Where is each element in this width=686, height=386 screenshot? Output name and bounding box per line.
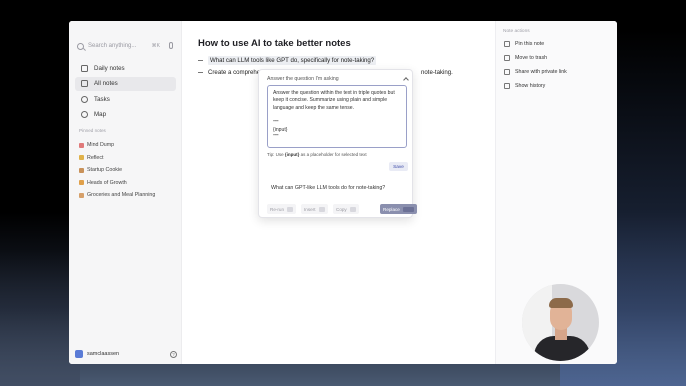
check-circle-icon — [81, 95, 88, 103]
rerun-button[interactable]: Re-run — [267, 204, 297, 214]
history-icon — [504, 83, 510, 89]
trash-icon — [504, 55, 510, 61]
bullet-icon — [198, 72, 203, 73]
pinned-notes-list: Mind Dump Reflect Startup Cookie Heads o… — [79, 139, 179, 202]
pinned-note-startup-cookie[interactable]: Startup Cookie — [79, 164, 179, 177]
pinned-note-heads-of-growth[interactable]: Heads of Growth — [79, 177, 179, 190]
sidebar-item-all-notes[interactable]: All notes — [75, 76, 176, 91]
notes-icon — [81, 80, 88, 87]
search-shortcut: ⌘K — [151, 43, 160, 49]
list-item-text-selected[interactable]: What can LLM tools like GPT do, specific… — [208, 56, 377, 65]
sidebar-item-tasks[interactable]: Tasks — [75, 92, 176, 106]
sidebar-item-label: Tasks — [94, 95, 110, 103]
ai-response-text: What can GPT-like LLM tools do for note-… — [271, 185, 386, 191]
action-label: Share with private link — [515, 69, 567, 75]
map-icon — [81, 111, 88, 118]
action-label: Show history — [515, 83, 546, 89]
rerun-label: Re-run — [270, 206, 285, 212]
username: samclaassen — [87, 351, 120, 357]
bullet-icon — [198, 60, 203, 61]
replace-label: Replace — [383, 206, 400, 212]
sidebar-item-daily-notes[interactable]: Daily notes — [75, 61, 176, 75]
webcam-person-hair — [549, 298, 573, 308]
action-label: Move to trash — [515, 55, 548, 61]
pinned-note-label: Reflect — [87, 154, 104, 161]
link-icon — [504, 69, 510, 75]
pinned-note-label: Startup Cookie — [87, 167, 123, 174]
user-profile[interactable]: samclaassen ? — [75, 349, 177, 359]
ai-actions: Re-run Insert Copy Replace — [263, 204, 417, 215]
list-item-text[interactable]: Create a comprehe — [208, 69, 260, 76]
share-link-button[interactable]: Share with private link — [504, 69, 567, 75]
note-emoji-icon — [79, 155, 84, 161]
pinned-note-label: Groceries and Meal Planning — [87, 192, 156, 199]
background-glow-left — [0, 250, 80, 386]
tip-prefix: Tip: Use — [267, 152, 284, 157]
list-item-text-tail[interactable]: note-taking. — [421, 69, 453, 76]
ai-prompt-popup: Answer the question I'm asking Answer th… — [258, 69, 417, 218]
list-item[interactable]: Create a comprehe — [198, 69, 260, 76]
sidebar: Search anything... ⌘K Daily notes All no… — [69, 21, 182, 364]
note-emoji-icon — [79, 180, 84, 186]
microphone-icon[interactable] — [169, 42, 173, 49]
copy-label: Copy — [336, 206, 347, 212]
page-title[interactable]: How to use AI to take better notes — [198, 38, 351, 49]
note-actions-title: Note actions — [503, 29, 530, 34]
pin-note-button[interactable]: Pin this note — [504, 41, 544, 47]
list-item[interactable]: What can LLM tools like GPT do, specific… — [198, 56, 377, 65]
prompt-selector-label: Answer the question I'm asking — [267, 75, 339, 82]
save-button[interactable]: Save — [389, 162, 408, 171]
pin-icon — [504, 41, 510, 47]
sidebar-item-label: Daily notes — [94, 64, 125, 72]
show-history-button[interactable]: Show history — [504, 83, 545, 89]
replace-button[interactable]: Replace — [380, 204, 417, 214]
insert-button[interactable]: Insert — [301, 204, 328, 214]
search-icon — [77, 42, 84, 50]
sidebar-nav: Daily notes All notes Tasks Map — [75, 61, 176, 123]
pinned-notes-title: Pinned notes — [79, 128, 106, 133]
move-to-trash-button[interactable]: Move to trash — [504, 55, 547, 61]
note-emoji-icon — [79, 192, 84, 198]
insert-label: Insert — [304, 206, 316, 212]
note-emoji-icon — [79, 142, 84, 148]
prompt-textarea[interactable]: Answer the question within the text in t… — [267, 85, 407, 148]
pinned-note-label: Mind Dump — [87, 142, 115, 149]
keyboard-shortcut-icon — [402, 206, 414, 212]
tip-text: Tip: Use {input} as a placeholder for se… — [267, 152, 367, 157]
help-icon[interactable]: ? — [170, 350, 177, 358]
sidebar-item-map[interactable]: Map — [75, 108, 176, 122]
pinned-note-mind-dump[interactable]: Mind Dump — [79, 139, 179, 152]
calendar-icon — [81, 64, 88, 72]
editor[interactable]: How to use AI to take better notes What … — [182, 21, 495, 364]
pinned-note-label: Heads of Growth — [87, 179, 127, 186]
search-placeholder: Search anything... — [88, 43, 137, 49]
sidebar-item-label: All notes — [94, 80, 118, 87]
pinned-note-groceries[interactable]: Groceries and Meal Planning — [79, 189, 179, 202]
prompt-selector[interactable]: Answer the question I'm asking — [267, 73, 410, 84]
tip-code: {input} — [284, 152, 300, 157]
sidebar-item-label: Map — [94, 111, 107, 118]
keyboard-shortcut-icon — [287, 206, 294, 212]
copy-button[interactable]: Copy — [333, 204, 359, 214]
keyboard-shortcut-icon — [318, 206, 325, 212]
webcam-overlay — [522, 284, 599, 361]
search-input[interactable]: Search anything... ⌘K — [77, 39, 160, 53]
action-label: Pin this note — [515, 41, 545, 47]
keyboard-shortcut-icon — [349, 206, 356, 212]
avatar — [75, 350, 83, 358]
note-emoji-icon — [79, 167, 84, 173]
tip-suffix: as a placeholder for selected text — [300, 152, 367, 157]
pinned-note-reflect[interactable]: Reflect — [79, 152, 179, 165]
chevron-up-icon — [403, 76, 409, 83]
